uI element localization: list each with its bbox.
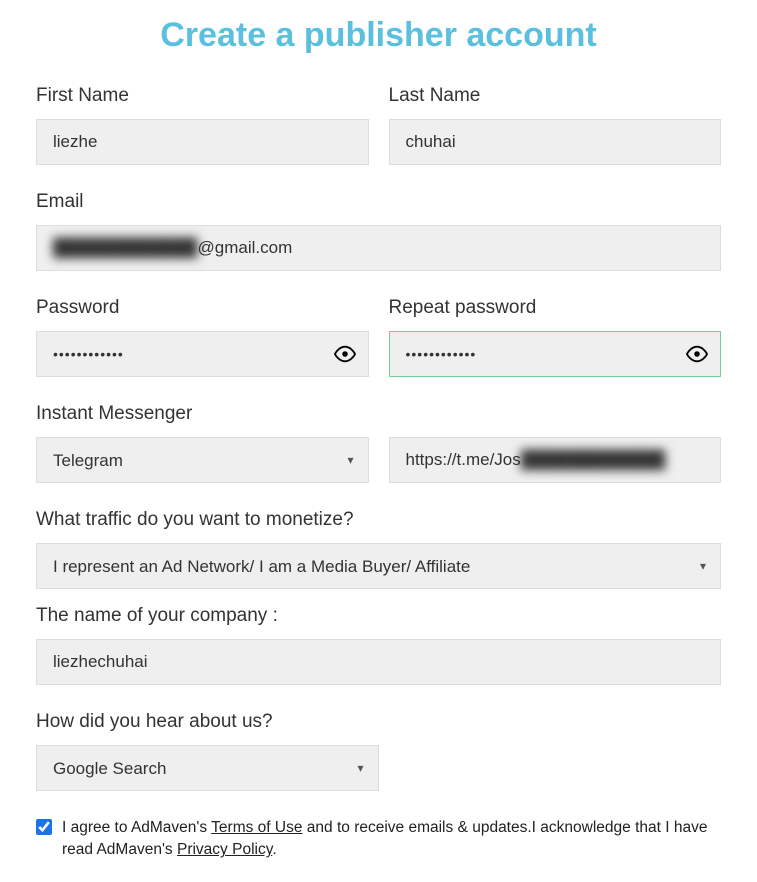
email-suffix: @gmail.com — [198, 238, 293, 258]
company-label: The name of your company : — [36, 605, 721, 627]
page-title: Create a publisher account — [36, 16, 721, 55]
email-input-box[interactable]: ████████████@gmail.com — [36, 225, 721, 271]
im-handle-redacted: ████████████ — [521, 450, 666, 470]
first-name-label: First Name — [36, 85, 369, 107]
im-handle-prefix: https://t.me/Jos — [406, 450, 521, 470]
last-name-label: Last Name — [389, 85, 722, 107]
consent-checkbox[interactable] — [36, 819, 52, 835]
repeat-password-input[interactable] — [406, 332, 705, 376]
im-label: Instant Messenger — [36, 403, 721, 425]
last-name-input[interactable] — [406, 120, 705, 164]
email-label: Email — [36, 191, 721, 213]
traffic-select[interactable]: I represent an Ad Network/ I am a Media … — [53, 544, 704, 588]
traffic-label: What traffic do you want to monetize? — [36, 509, 721, 531]
hear-about-select[interactable]: Google Search — [53, 746, 362, 790]
company-input[interactable] — [53, 640, 704, 684]
consent-text: I agree to AdMaven's Terms of Use and to… — [62, 817, 721, 862]
repeat-password-label: Repeat password — [389, 297, 722, 319]
im-type-select[interactable]: Telegram — [53, 438, 352, 482]
privacy-link[interactable]: Privacy Policy — [177, 841, 272, 858]
eye-icon[interactable] — [686, 343, 708, 365]
password-label: Password — [36, 297, 369, 319]
eye-icon[interactable] — [334, 343, 356, 365]
hear-about-label: How did you hear about us? — [36, 711, 721, 733]
first-name-input[interactable] — [53, 120, 352, 164]
password-input[interactable] — [53, 332, 352, 376]
email-redacted: ████████████ — [53, 238, 198, 258]
im-handle-box[interactable]: https://t.me/Jos████████████ — [389, 437, 722, 483]
terms-link[interactable]: Terms of Use — [211, 819, 302, 836]
